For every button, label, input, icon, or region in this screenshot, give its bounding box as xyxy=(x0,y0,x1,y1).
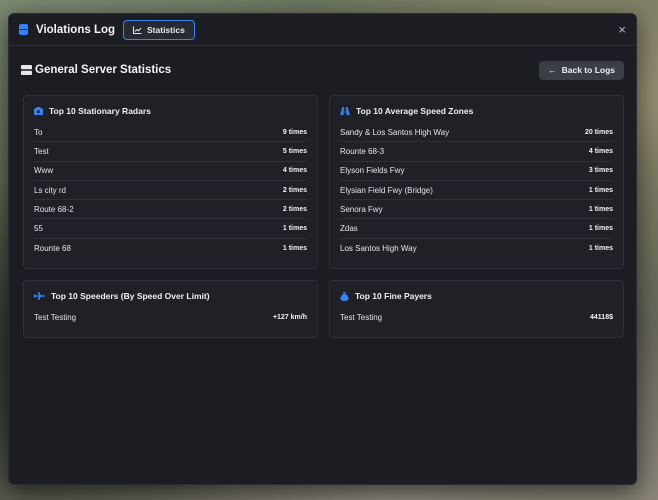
list-item: Route 68-2 2 times xyxy=(34,200,307,220)
card-title: Top 10 Fine Payers xyxy=(340,289,613,303)
tab-statistics-label: Statistics xyxy=(147,24,185,35)
window-title: Violations Log xyxy=(36,23,116,36)
card-title: Top 10 Stationary Radars xyxy=(34,104,307,118)
speed-zones-card: Top 10 Average Speed Zones Sandy & Los S… xyxy=(329,95,624,269)
list-item: To 9 times xyxy=(34,123,307,143)
road-icon xyxy=(340,107,350,115)
zones-list: Sandy & Los Santos High Way 20 times Roun… xyxy=(340,123,613,258)
list-item: Test Testing 44118$ xyxy=(340,313,613,323)
tab-statistics[interactable]: Statistics xyxy=(123,19,195,40)
violations-log-window: Violations Log Statistics × General Serv… xyxy=(8,13,637,485)
list-item: Ls city rd 2 times xyxy=(34,181,307,201)
titlebar: Violations Log Statistics × xyxy=(9,14,636,46)
card-title: Top 10 Speeders (By Speed Over Limit) xyxy=(34,289,307,303)
back-to-logs-label: Back to Logs xyxy=(561,65,615,75)
plane-icon xyxy=(34,292,45,300)
speeders-list: Test Testing +127 km/h xyxy=(34,308,307,327)
list-item: Rounte 68-3 4 times xyxy=(340,142,613,162)
back-to-logs-button[interactable]: ← Back to Logs xyxy=(538,60,624,80)
list-item: Los Santos High Way 1 times xyxy=(340,243,613,253)
list-item: Test Testing +127 km/h xyxy=(34,313,307,323)
money-bag-icon xyxy=(340,291,349,301)
page-title: General Server Statistics xyxy=(21,64,171,76)
list-item: Elyson Fields Fwy 3 times xyxy=(340,162,613,181)
chart-icon xyxy=(133,26,142,34)
list-item: Rounte 68 1 times xyxy=(34,243,307,253)
fine-payers-card: Top 10 Fine Payers Test Testing 44118$ xyxy=(329,280,624,338)
page-title-text: General Server Statistics xyxy=(35,64,172,76)
radars-list: To 9 times Test 5 times Www 4 times Ls city… xyxy=(34,123,307,258)
stationary-radars-card: Top 10 Stationary Radars To 9 times Test 5… xyxy=(23,95,318,269)
list-item: Sandy & Los Santos High Way 20 times xyxy=(340,123,613,143)
list-item: Zdas 1 times xyxy=(340,219,613,239)
header-row: General Server Statistics ← Back to Logs xyxy=(21,59,624,81)
close-button[interactable]: × xyxy=(618,23,626,36)
card-title: Top 10 Average Speed Zones xyxy=(340,104,613,118)
camera-icon xyxy=(34,107,43,115)
arrow-left-icon: ← xyxy=(547,65,557,75)
fines-list: Test Testing 44118$ xyxy=(340,308,613,327)
speeders-card: Top 10 Speeders (By Speed Over Limit) Te… xyxy=(23,280,318,338)
list-item: 55 1 times xyxy=(34,219,307,239)
list-item: Senora Fwy 1 times xyxy=(340,200,613,220)
server-icon xyxy=(21,65,32,75)
list-item: Elysian Field Fwy (Bridge) 1 times xyxy=(340,181,613,201)
log-icon xyxy=(19,24,28,35)
list-item: Www 4 times xyxy=(34,162,307,181)
list-item: Test 5 times xyxy=(34,142,307,162)
